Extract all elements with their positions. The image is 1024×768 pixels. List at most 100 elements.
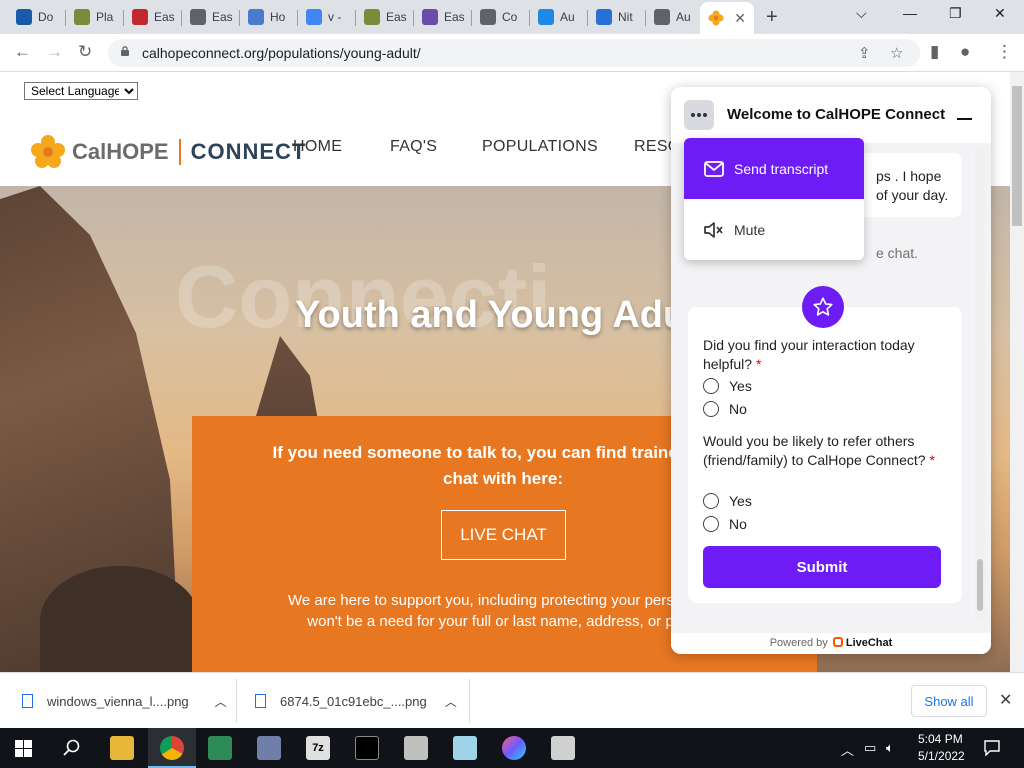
reload-icon[interactable]: ↻	[78, 42, 92, 62]
calhope-logo[interactable]: CalHOPE CONNECT	[30, 134, 306, 170]
minimize-chat-icon[interactable]	[957, 118, 972, 120]
app-icon-4[interactable]	[453, 736, 477, 760]
browser-tab[interactable]: Ho	[240, 3, 298, 31]
browser-tab[interactable]: Eas	[182, 3, 240, 31]
tab-calhope-active[interactable]: ✕	[700, 2, 754, 34]
radio-refer-yes[interactable]: Yes	[703, 493, 752, 509]
side-panel-icon[interactable]: ▮	[930, 42, 939, 62]
menu-item-mute[interactable]: Mute	[684, 199, 864, 260]
livechat-brand[interactable]: LiveChat	[846, 637, 892, 649]
chat-menu-button[interactable]	[684, 100, 714, 130]
tab-favicon-icon	[190, 9, 206, 25]
browser-tab[interactable]: Au	[530, 3, 588, 31]
radio-circle-icon[interactable]	[703, 493, 719, 509]
tab-label: Eas	[386, 10, 407, 24]
livechat-logo-icon	[832, 637, 843, 647]
tab-separator	[645, 10, 646, 26]
new-tab-icon[interactable]: +	[766, 6, 778, 29]
7zip-icon[interactable]: 7z	[306, 736, 330, 760]
chevron-up-icon[interactable]: ︿	[445, 693, 457, 710]
image-file-icon	[255, 694, 266, 708]
tab-favicon-icon	[74, 9, 90, 25]
tab-search-chevron-icon[interactable]: ⌵	[856, 5, 867, 22]
browser-tab[interactable]: Au	[646, 3, 704, 31]
nav-home[interactable]: HOME	[293, 138, 342, 156]
app-icon-2[interactable]	[257, 736, 281, 760]
tab-label: Eas	[154, 10, 175, 24]
clock-time: 5:04 PM	[918, 732, 963, 746]
chevron-up-icon[interactable]: ︿	[215, 693, 227, 710]
radio-refer-no[interactable]: No	[703, 516, 747, 532]
chat-scrollbar[interactable]	[975, 149, 985, 619]
download-item-2[interactable]: 6874.5_01c91ebc_....png ︿	[255, 673, 457, 729]
radio-circle-icon[interactable]	[703, 516, 719, 532]
close-downloads-bar-icon[interactable]: ✕	[999, 690, 1012, 710]
page-scrollbar[interactable]	[1010, 72, 1024, 672]
browser-tab[interactable]: v -	[298, 3, 356, 31]
tab-favicon-icon	[16, 9, 32, 25]
back-arrow-icon[interactable]: ←	[14, 42, 31, 62]
bookmark-star-icon[interactable]: ☆	[890, 44, 903, 62]
tab-label: Au	[560, 10, 575, 24]
notifications-icon[interactable]	[984, 740, 1000, 756]
radio-label: Yes	[729, 378, 752, 394]
app-icon-6[interactable]	[551, 736, 575, 760]
show-all-downloads-button[interactable]: Show all	[911, 685, 987, 717]
tab-label: Nit	[618, 10, 633, 24]
chrome-icon[interactable]	[160, 736, 184, 760]
restore-window-icon[interactable]: ❐	[949, 5, 962, 22]
app-icon-3[interactable]	[404, 736, 428, 760]
tab-label: Eas	[444, 10, 465, 24]
windows-taskbar: 7z ︿ ▭ 🔈︎ 5:04 PM 5/1/2022	[0, 728, 1024, 768]
radio-circle-icon[interactable]	[703, 401, 719, 417]
file-explorer-icon[interactable]	[110, 736, 134, 760]
survey-submit-button[interactable]: Submit	[703, 546, 941, 588]
network-icon[interactable]: ▭	[864, 740, 876, 756]
browser-tab[interactable]: Co	[472, 3, 530, 31]
chat-scrollbar-thumb[interactable]	[977, 559, 983, 611]
share-icon[interactable]: ⇪	[858, 44, 871, 62]
tab-favicon-icon	[480, 9, 496, 25]
browser-tab[interactable]: Eas	[414, 3, 472, 31]
browser-tab[interactable]: Nit	[588, 3, 646, 31]
flower-logo-icon	[31, 135, 65, 168]
downloads-bar: windows_vienna_l....png ︿ 6874.5_01c91eb…	[0, 672, 1024, 728]
menu-item-send-transcript[interactable]: Send transcript	[684, 138, 864, 199]
forward-arrow-icon[interactable]: →	[46, 42, 63, 62]
browser-tab[interactable]: Eas	[124, 3, 182, 31]
close-tab-icon[interactable]: ✕	[734, 10, 746, 27]
minimize-window-icon[interactable]: —	[903, 5, 917, 21]
browser-tab[interactable]: Pla	[66, 3, 124, 31]
envelope-icon	[704, 160, 724, 177]
tab-label: Eas	[212, 10, 233, 24]
browser-tab[interactable]: Eas	[356, 3, 414, 31]
nav-populations[interactable]: POPULATIONS	[482, 138, 598, 156]
live-chat-button[interactable]: LIVE CHAT	[441, 510, 566, 560]
chat-title: Welcome to CalHOPE Connect	[727, 106, 946, 123]
browser-tab[interactable]: Do	[8, 3, 66, 31]
download-divider	[236, 679, 237, 723]
address-bar[interactable]: calhopeconnect.org/populations/young-adu…	[108, 39, 920, 67]
tab-favicon-icon	[596, 9, 612, 25]
windows-start-icon[interactable]	[15, 740, 32, 757]
search-icon[interactable]	[63, 739, 81, 757]
download-item-1[interactable]: windows_vienna_l....png ︿	[22, 673, 227, 729]
tab-separator	[471, 10, 472, 26]
system-clock[interactable]: 5:04 PM 5/1/2022	[918, 731, 965, 765]
close-window-icon[interactable]: ✕	[994, 5, 1006, 22]
logo-text-connect: CONNECT	[190, 139, 307, 164]
app-icon-5[interactable]	[502, 736, 526, 760]
browser-menu-icon[interactable]: ⋮	[996, 42, 1013, 62]
page-scrollbar-thumb[interactable]	[1012, 86, 1022, 226]
terminal-icon[interactable]	[355, 736, 379, 760]
tray-chevron-up-icon[interactable]: ︿	[841, 740, 854, 759]
app-icon-1[interactable]	[208, 736, 232, 760]
radio-helpful-yes[interactable]: Yes	[703, 378, 752, 394]
volume-icon[interactable]: 🔈︎	[886, 740, 894, 756]
language-select[interactable]: Select Language	[24, 82, 138, 100]
profile-avatar-icon[interactable]: ●	[960, 42, 970, 62]
chat-options-menu: Send transcript Mute	[684, 138, 864, 260]
nav-faqs[interactable]: FAQ'S	[390, 138, 437, 156]
radio-circle-icon[interactable]	[703, 378, 719, 394]
radio-helpful-no[interactable]: No	[703, 401, 747, 417]
